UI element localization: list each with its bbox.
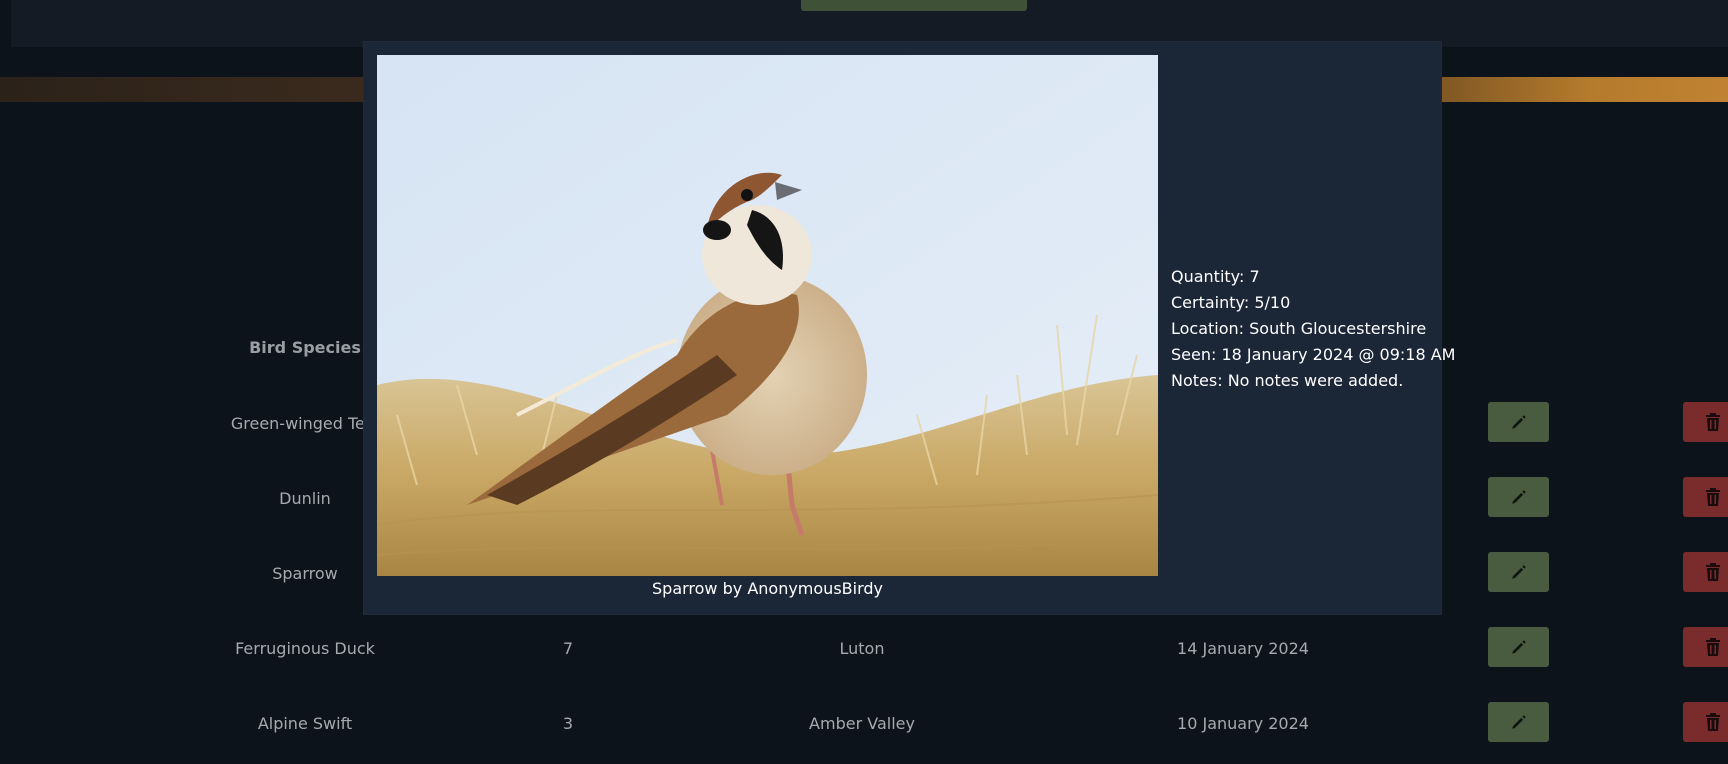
detail-notes: Notes: No notes were added. [1171, 371, 1404, 390]
edit-button[interactable] [1488, 552, 1549, 592]
edit-button[interactable] [1488, 627, 1549, 667]
edit-button[interactable] [1488, 402, 1549, 442]
edit-button[interactable] [1488, 702, 1549, 742]
delete-button[interactable] [1683, 627, 1728, 667]
pencil-icon [1510, 713, 1528, 731]
pencil-icon [1510, 563, 1528, 581]
trash-icon [1705, 637, 1721, 657]
table-row-date: 14 January 2024 [1177, 639, 1309, 658]
sighting-details: Quantity: 7 Certainty: 5/10 Location: So… [1171, 264, 1456, 394]
trash-icon [1705, 712, 1721, 732]
detail-certainty: Certainty: 5/10 [1171, 293, 1291, 312]
table-row-species: Ferruginous Duck [235, 639, 375, 658]
table-row-location: Amber Valley [809, 714, 915, 733]
sighting-detail-modal: Sparrow by AnonymousBirdy Quantity: 7 Ce… [364, 42, 1456, 614]
detail-location: Location: South Gloucestershire [1171, 319, 1427, 338]
table-row-quantity: 3 [562, 714, 574, 733]
photo-caption: Sparrow by AnonymousBirdy [652, 579, 883, 598]
pencil-icon [1510, 488, 1528, 506]
bird-photo [377, 55, 1158, 576]
trash-icon [1705, 562, 1721, 582]
edit-button[interactable] [1488, 477, 1549, 517]
pencil-icon [1510, 413, 1528, 431]
trash-icon [1705, 412, 1721, 432]
trash-icon [1705, 487, 1721, 507]
detail-quantity: Quantity: 7 [1171, 267, 1260, 286]
detail-seen: Seen: 18 January 2024 @ 09:18 AM [1171, 345, 1456, 364]
pencil-icon [1510, 638, 1528, 656]
delete-button[interactable] [1683, 552, 1728, 592]
delete-button[interactable] [1683, 477, 1728, 517]
table-row-location: Luton [839, 639, 885, 658]
table-row-date: 10 January 2024 [1177, 714, 1309, 733]
table-row-species: Alpine Swift [257, 714, 353, 733]
delete-button[interactable] [1683, 702, 1728, 742]
table-row-quantity: 7 [562, 639, 574, 658]
delete-button[interactable] [1683, 402, 1728, 442]
